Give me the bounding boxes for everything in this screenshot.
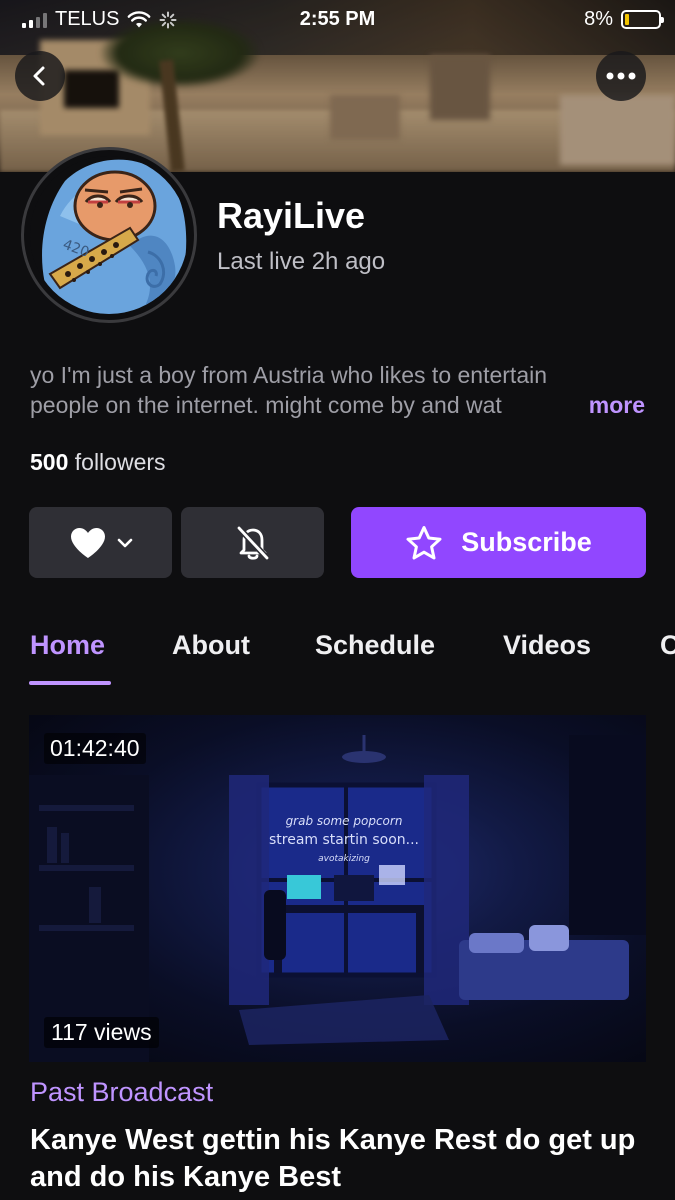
channel-name: RayiLive (217, 195, 366, 236)
more-options-button[interactable] (596, 51, 646, 101)
tab-videos[interactable]: Videos (503, 630, 591, 661)
heart-icon (70, 527, 105, 558)
tab-clips[interactable]: C (660, 630, 675, 661)
status-time: 2:55 PM (299, 8, 376, 30)
star-icon (406, 525, 442, 559)
followers-label: followers (74, 449, 166, 475)
back-button[interactable] (15, 51, 65, 101)
battery-icon (621, 10, 664, 29)
ellipsis-icon (606, 72, 636, 80)
video-duration-badge: 01:42:40 (44, 733, 146, 764)
chevron-down-icon (117, 538, 132, 547)
video-category[interactable]: Past Broadcast (30, 1077, 213, 1108)
tab-about[interactable]: About (172, 630, 250, 661)
thumbnail-caption: grab some popcorn stream startin soon...… (244, 814, 444, 864)
followers-number: 500 (30, 449, 69, 475)
thumbnail-scene (29, 735, 646, 1062)
battery-percent: 8% (584, 8, 613, 30)
bio-line-2: people on the internet. might come by an… (30, 392, 502, 418)
tab-home[interactable]: Home (30, 630, 105, 661)
video-thumbnail[interactable]: grab some popcorn stream startin soon...… (29, 715, 646, 1062)
avatar-image: 420 (30, 156, 188, 314)
active-tab-indicator (29, 681, 111, 685)
bell-off-icon (236, 525, 269, 560)
channel-avatar[interactable]: 420 (21, 147, 197, 323)
thumbnail-text-1: grab some popcorn (285, 814, 403, 828)
subscribe-button[interactable]: Subscribe (351, 507, 646, 578)
thumbnail-text-3: avotakizing (318, 854, 370, 864)
thumbnail-text-2: stream startin soon... (269, 832, 419, 848)
bio-line-1: yo I'm just a boy from Austria who likes… (30, 362, 548, 388)
video-views-badge: 117 views (44, 1017, 159, 1048)
bio-more-link[interactable]: more (574, 390, 645, 420)
follow-button[interactable] (29, 507, 172, 578)
channel-tabs: Home About Schedule Videos C (0, 625, 675, 687)
notifications-button[interactable] (181, 507, 324, 578)
last-live-status: Last live 2h ago (217, 248, 386, 275)
followers-count: 500 followers (30, 449, 166, 476)
subscribe-label: Subscribe (461, 527, 592, 557)
video-title[interactable]: Kanye West gettin his Kanye Rest do get … (30, 1122, 650, 1196)
channel-bio: yo I'm just a boy from Austria who likes… (30, 360, 650, 420)
tab-schedule[interactable]: Schedule (315, 630, 435, 661)
chevron-left-icon (33, 66, 45, 86)
status-bar: TELUS 2:55 PM 8% (0, 0, 675, 38)
